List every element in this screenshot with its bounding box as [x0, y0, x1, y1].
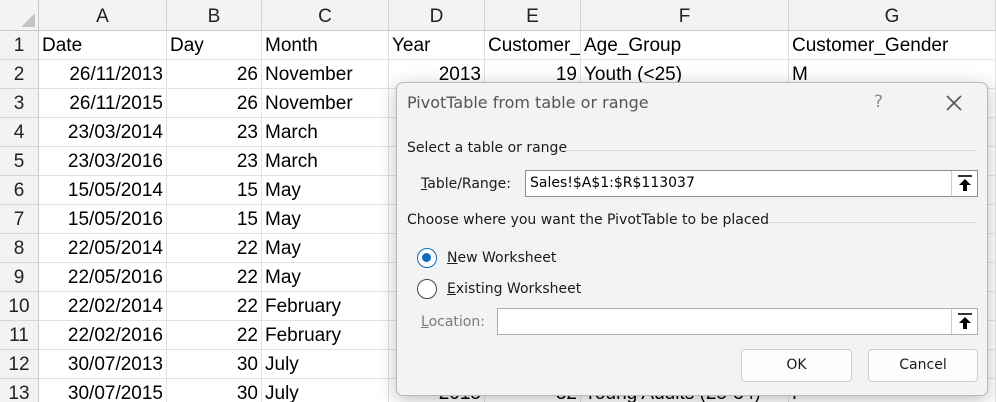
cancel-button[interactable]: Cancel: [868, 349, 978, 382]
cell-date[interactable]: 23/03/2016: [39, 147, 167, 176]
table-range-label: Table/Range:: [421, 176, 511, 192]
cell-day[interactable]: 23: [167, 147, 262, 176]
row-header[interactable]: 5: [0, 147, 39, 176]
cell-date[interactable]: 30/07/2013: [39, 350, 167, 379]
cell-d1[interactable]: Year: [389, 31, 485, 60]
column-header-c[interactable]: C: [262, 0, 389, 31]
column-header-e[interactable]: E: [485, 0, 581, 31]
cell-e1[interactable]: Customer_: [485, 31, 581, 60]
location-label: Location:: [421, 314, 485, 330]
cell-f1[interactable]: Age_Group: [581, 31, 789, 60]
column-header-d[interactable]: D: [389, 0, 485, 31]
cell-date[interactable]: 30/07/2015: [39, 379, 167, 402]
placement-label: Choose where you want the PivotTable to …: [407, 212, 770, 228]
pivottable-dialog: PivotTable from table or range ? Select …: [396, 82, 988, 396]
cell-date[interactable]: 22/02/2016: [39, 321, 167, 350]
column-header-g[interactable]: G: [789, 0, 996, 31]
cell-month[interactable]: March: [262, 118, 389, 147]
cell-day[interactable]: 15: [167, 176, 262, 205]
select-range-label: Select a table or range: [407, 140, 568, 156]
divider: [769, 222, 977, 223]
cell-day[interactable]: 22: [167, 263, 262, 292]
cell-month[interactable]: November: [262, 60, 389, 89]
table-range-label-text: able/Range:: [427, 176, 512, 192]
cell-g1[interactable]: Customer_Gender: [789, 31, 996, 60]
row-header[interactable]: 2: [0, 60, 39, 89]
table-row: 1 Date Day Month Year Customer_ Age_Grou…: [0, 31, 996, 60]
cell-month[interactable]: July: [262, 379, 389, 402]
table-range-input[interactable]: Sales!$A$1:$R$113037: [525, 170, 978, 197]
existing-worksheet-radio[interactable]: [417, 279, 437, 299]
column-header-b[interactable]: B: [167, 0, 262, 31]
ok-button[interactable]: OK: [741, 349, 852, 382]
dialog-title: PivotTable from table or range: [407, 93, 649, 112]
cell-month[interactable]: February: [262, 292, 389, 321]
cell-month[interactable]: May: [262, 263, 389, 292]
cell-day[interactable]: 22: [167, 321, 262, 350]
row-header[interactable]: 12: [0, 350, 39, 379]
cell-date[interactable]: 15/05/2014: [39, 176, 167, 205]
cell-date[interactable]: 26/11/2015: [39, 89, 167, 118]
cell-month[interactable]: July: [262, 350, 389, 379]
location-label-text: ocation:: [428, 314, 485, 330]
cell-day[interactable]: 30: [167, 350, 262, 379]
close-button[interactable]: [940, 89, 968, 117]
cell-day[interactable]: 23: [167, 118, 262, 147]
select-all-corner[interactable]: [0, 0, 39, 31]
collapse-dialog-icon: [958, 175, 972, 191]
cell-month[interactable]: November: [262, 89, 389, 118]
existing-worksheet-label: Existing Worksheet: [447, 281, 581, 297]
collapse-dialog-icon: [958, 313, 972, 329]
cell-month[interactable]: May: [262, 176, 389, 205]
row-header[interactable]: 3: [0, 89, 39, 118]
cell-day[interactable]: 15: [167, 205, 262, 234]
cell-day[interactable]: 26: [167, 60, 262, 89]
column-header-a[interactable]: A: [39, 0, 167, 31]
column-header-f[interactable]: F: [581, 0, 789, 31]
location-collapse-button[interactable]: [951, 309, 977, 334]
new-worksheet-text: ew Worksheet: [457, 250, 557, 266]
table-range-value: Sales!$A$1:$R$113037: [530, 175, 695, 191]
cell-date[interactable]: 23/03/2014: [39, 118, 167, 147]
location-input[interactable]: [497, 308, 978, 335]
cell-date[interactable]: 26/11/2013: [39, 60, 167, 89]
cell-date[interactable]: 22/05/2016: [39, 263, 167, 292]
cell-date[interactable]: 15/05/2016: [39, 205, 167, 234]
existing-worksheet-text: xisting Worksheet: [455, 281, 582, 297]
divider: [561, 150, 977, 151]
cell-day[interactable]: 22: [167, 234, 262, 263]
row-header[interactable]: 4: [0, 118, 39, 147]
cell-day[interactable]: 30: [167, 379, 262, 402]
new-worksheet-radio[interactable]: [417, 248, 437, 268]
cell-c1[interactable]: Month: [262, 31, 389, 60]
cell-month[interactable]: May: [262, 234, 389, 263]
cell-day[interactable]: 26: [167, 89, 262, 118]
cell-month[interactable]: May: [262, 205, 389, 234]
existing-worksheet-accesskey: E: [447, 281, 456, 297]
row-header[interactable]: 9: [0, 263, 39, 292]
cell-date[interactable]: 22/02/2014: [39, 292, 167, 321]
row-header[interactable]: 11: [0, 321, 39, 350]
row-header[interactable]: 8: [0, 234, 39, 263]
row-header[interactable]: 6: [0, 176, 39, 205]
row-header[interactable]: 1: [0, 31, 39, 60]
cell-b1[interactable]: Day: [167, 31, 262, 60]
cell-month[interactable]: March: [262, 147, 389, 176]
cell-a1[interactable]: Date: [39, 31, 167, 60]
row-header[interactable]: 10: [0, 292, 39, 321]
new-worksheet-option[interactable]: New Worksheet: [417, 246, 556, 270]
new-worksheet-label: New Worksheet: [447, 250, 556, 266]
range-collapse-button[interactable]: [951, 171, 977, 196]
new-worksheet-accesskey: N: [447, 250, 458, 266]
help-button[interactable]: ?: [874, 92, 883, 112]
close-icon: [946, 95, 962, 111]
select-all-triangle-icon: [21, 13, 35, 27]
row-header[interactable]: 13: [0, 379, 39, 402]
cell-month[interactable]: February: [262, 321, 389, 350]
existing-worksheet-option[interactable]: Existing Worksheet: [417, 277, 581, 301]
location-accesskey: L: [421, 314, 429, 330]
row-header[interactable]: 7: [0, 205, 39, 234]
cell-date[interactable]: 22/05/2014: [39, 234, 167, 263]
cell-day[interactable]: 22: [167, 292, 262, 321]
